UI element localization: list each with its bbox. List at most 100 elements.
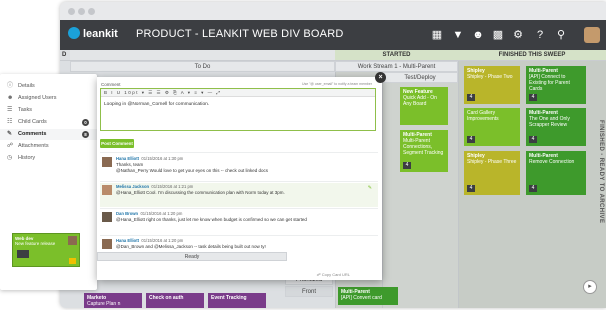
- comment-time: 01/15/2016 at 1:20 pm: [141, 238, 184, 243]
- nav-label: History: [18, 155, 36, 161]
- card-body: Shipley - Phase Two: [467, 74, 513, 80]
- lane-test-deploy-header[interactable]: Test/Deploy: [382, 72, 458, 83]
- nav-label: Attachments: [18, 143, 49, 149]
- lane-finished-header[interactable]: FINISHED THIS SWEEP: [458, 50, 606, 61]
- card-shipley-phase-two[interactable]: Shipley Shipley - Phase Two 4: [464, 66, 520, 104]
- comment-label: Comment: [101, 82, 121, 87]
- minimize-window-icon[interactable]: [78, 8, 85, 15]
- board-icon[interactable]: ▦: [430, 28, 444, 42]
- post-comment-button[interactable]: Post Comment: [100, 139, 134, 148]
- card-body: Remove Connection: [529, 159, 575, 165]
- lane-started-header[interactable]: STARTED: [335, 50, 458, 61]
- card-body: [API] Convert card: [341, 295, 382, 301]
- nav-history[interactable]: ◷ History: [0, 153, 97, 164]
- comment-line: @Dan_Brown and @Melissa_Jackson -- task …: [116, 244, 266, 249]
- card-marketo[interactable]: Marketo Capture Plan n: [84, 293, 142, 308]
- card-check-on-auth[interactable]: Check on auth: [146, 293, 204, 308]
- nav-label: Comments: [18, 131, 47, 137]
- close-icon[interactable]: ×: [375, 72, 386, 83]
- comment-input[interactable]: Looping in @Norman_Cornell for communica…: [104, 102, 209, 107]
- search-icon[interactable]: ⚲: [554, 28, 568, 42]
- comment-body: @Dan_Brown and @Melissa_Jackson -- task …: [116, 244, 366, 250]
- comment-meta: Hana Elliott 01/15/2016 at 1:20 pm: [116, 238, 183, 243]
- nav-label: Assigned Users: [18, 95, 57, 101]
- brand-name: leankit: [83, 28, 118, 40]
- settings-icon[interactable]: ⚙: [511, 28, 525, 42]
- comment-meta: Hana Elliott 01/15/2016 at 1:30 pm: [116, 156, 183, 161]
- comment-author[interactable]: Hana Elliott: [116, 238, 139, 243]
- card-body: Multi-Parent Connections, Segment Tracki…: [403, 138, 444, 156]
- nav-child-cards[interactable]: ☷ Child Cards 0: [0, 117, 97, 128]
- lane-work-stream-header[interactable]: Work Stream 1 - Multi-Parent: [335, 61, 458, 72]
- comment-item: Dan Brown 01/15/2016 at 1:20 pm @Hana_El…: [100, 210, 378, 234]
- user-avatar[interactable]: [584, 27, 600, 43]
- comment-author[interactable]: Dan Brown: [116, 211, 138, 216]
- chart-icon[interactable]: ▩: [491, 28, 505, 42]
- play-icon[interactable]: ▸: [583, 280, 597, 294]
- editor-toolbar[interactable]: B I U 10pt ▾ ☰ ☰ ⚙ ⎘ A ▾ ≡ ▾ — ⤢: [101, 89, 375, 97]
- lane-todo-header[interactable]: To Do: [70, 61, 335, 72]
- lane-empty-header: [70, 50, 335, 61]
- mention-hint: Use "@ user_email" to notify a team memb…: [301, 82, 372, 86]
- leankit-logo[interactable]: leankit: [68, 27, 118, 40]
- comment-time: 01/15/2016 at 1:30 pm: [141, 156, 184, 161]
- card-api-convert[interactable]: Multi-Parent [API] Convert card: [338, 287, 398, 305]
- nav-details[interactable]: ⓘ Details: [0, 81, 97, 92]
- card-api-connect-existing[interactable]: Multi-Parent [API] Connect to Existing f…: [526, 66, 586, 104]
- comment-body: Thanks, team @Nathan_Perry Would love to …: [116, 162, 366, 174]
- comment-body: @Hana_Elliott Cool. I'm discussing the c…: [116, 190, 366, 196]
- divider: [100, 208, 378, 209]
- filter-icon[interactable]: ▼: [451, 28, 465, 42]
- avatar: [102, 239, 112, 249]
- comment-line: @Nathan_Perry Would love to get your eye…: [116, 168, 269, 173]
- comment-item: Melissa Jackson 01/15/2016 at 1:21 pm @H…: [100, 183, 378, 207]
- nav-comments[interactable]: ✎ Comments 8: [0, 129, 97, 140]
- nav-tasks[interactable]: ☰ Tasks: [0, 105, 97, 116]
- zoom-window-icon[interactable]: [88, 8, 95, 15]
- card-gallery-improvements[interactable]: Card Gallery Improvements 4: [464, 108, 520, 146]
- board-title[interactable]: PRODUCT - LEANKIT WEB DIV BOARD: [136, 28, 344, 40]
- edit-icon[interactable]: ✎: [368, 185, 372, 191]
- card-remove-connection[interactable]: Multi-Parent Remove Connection 4: [526, 151, 586, 195]
- user-filter-icon[interactable]: ☻: [471, 28, 485, 42]
- card-event-tracking[interactable]: Event Tracking: [208, 293, 266, 308]
- card-body: Shipley - Phase Three: [467, 159, 517, 165]
- info-icon: ⓘ: [7, 83, 14, 89]
- lane-ready-header[interactable]: Ready: [97, 252, 287, 261]
- card-size-badge: 4: [529, 136, 537, 143]
- comments-icon: ✎: [7, 131, 13, 137]
- comment-line: @Hana_Elliott Cool. I'm discussing the c…: [116, 190, 285, 195]
- card-title: Event Tracking: [211, 295, 247, 301]
- comment-time: 01/15/2016 at 1:21 pm: [151, 184, 194, 189]
- comment-author[interactable]: Melissa Jackson: [116, 184, 149, 189]
- card-scrapper-review[interactable]: Multi-Parent The One and Only Scrapper R…: [526, 108, 586, 146]
- top-bar: leankit PRODUCT - LEANKIT WEB DIV BOARD …: [60, 20, 606, 50]
- card-size-badge: 4: [467, 136, 475, 143]
- card-preview[interactable]: Web dev New feature release: [12, 233, 80, 267]
- comment-line: @Hana_Elliott right on thanks, just let …: [116, 217, 307, 222]
- card-body: Quick Add - On Any Board: [403, 95, 437, 107]
- window-titlebar: [60, 2, 606, 20]
- card-multi-parent-connections[interactable]: Multi-Parent Multi-Parent Connections, S…: [400, 130, 448, 172]
- card-quick-add[interactable]: New Feature Quick Add - On Any Board: [400, 87, 448, 125]
- close-window-icon[interactable]: [68, 8, 75, 15]
- card-shipley-phase-three[interactable]: Shipley Shipley - Phase Three 4: [464, 151, 520, 195]
- comment-author[interactable]: Hana Elliott: [116, 156, 139, 161]
- lane-front-header[interactable]: Front: [285, 286, 333, 297]
- divider: [100, 152, 378, 153]
- avatar: [102, 185, 112, 195]
- copy-card-url-link[interactable]: ☍ Copy Card URL: [317, 272, 350, 277]
- finished-ready-to-archive-label: FINISHED - READY TO ARCHIVE: [598, 120, 604, 224]
- nav-assigned-users[interactable]: ☻ Assigned Users: [0, 93, 97, 104]
- card-body: Capture Plan n: [87, 301, 121, 307]
- card-size-badge: 4: [529, 185, 537, 192]
- divider: [100, 181, 378, 182]
- help-icon[interactable]: ?: [533, 28, 547, 42]
- users-icon: ☻: [7, 95, 14, 101]
- comments-count: 8: [82, 131, 89, 138]
- nav-attachments[interactable]: ☍ Attachments: [0, 141, 97, 152]
- divider: [100, 235, 378, 236]
- comment-editor[interactable]: B I U 10pt ▾ ☰ ☰ ⚙ ⎘ A ▾ ≡ ▾ — ⤢ Looping…: [100, 88, 376, 131]
- comment-meta: Melissa Jackson 01/15/2016 at 1:21 pm: [116, 184, 193, 189]
- nav-label: Tasks: [18, 107, 33, 113]
